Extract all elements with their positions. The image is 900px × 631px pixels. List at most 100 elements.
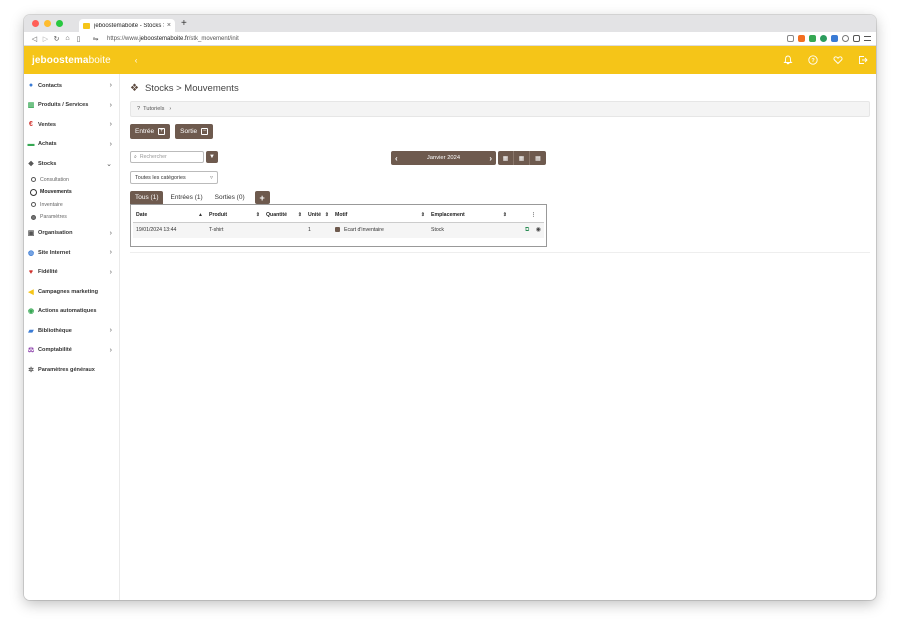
new-tab-button[interactable]: + — [181, 18, 187, 29]
sidebar-item-label: Contacts — [38, 82, 62, 89]
plus-box-icon: + — [158, 128, 166, 135]
reload-icon[interactable]: ↻ — [51, 35, 62, 43]
sidebar-item-label: Fidélité — [38, 269, 58, 276]
site-settings-icon[interactable]: ⇋ — [90, 35, 101, 43]
forward-icon[interactable]: ▷ — [40, 35, 51, 43]
sidebar-subitem-mouvements[interactable]: Mouvements — [24, 186, 119, 199]
column-header-date[interactable]: Date ▲ — [133, 208, 206, 223]
sidebar-item-bibliotheque[interactable]: ▰ Bibliothèque › — [24, 321, 119, 341]
month-label[interactable]: Janvier 2024 — [427, 155, 460, 161]
category-select[interactable]: Toutes les catégories ▿ — [130, 171, 218, 184]
home-icon[interactable]: ⌂ — [62, 35, 73, 42]
movement-tabs: Tous (1) Entrées (1) Sorties (0) + — [130, 191, 870, 204]
minus-box-icon: − — [201, 128, 209, 135]
add-tab-button[interactable]: + — [254, 191, 270, 204]
sidebar-item-produits[interactable]: ▥ Produits / Services › — [24, 96, 119, 116]
sidebar-item-organisation[interactable]: ▣ Organisation › — [24, 224, 119, 244]
url-field[interactable]: https://www.jeboostemaboite.fr/stk_movem… — [107, 36, 787, 42]
cell-unite: 1 — [305, 222, 332, 238]
table-row[interactable]: 19/01/2024 13:44 T-shirt 1 Ecart d'inven… — [133, 222, 544, 238]
sidebar-item-label: Site Internet — [38, 249, 71, 256]
calendar-range-icon[interactable]: ▦ — [530, 151, 546, 165]
cart-icon: ▬ — [27, 140, 35, 148]
more-vertical-icon[interactable]: ⋮ — [531, 212, 536, 218]
eye-icon[interactable]: ◉ — [536, 226, 541, 233]
sidebar-item-stocks[interactable]: ❖ Stocks ⌄ — [24, 154, 119, 174]
extension-green-icon[interactable] — [809, 35, 816, 42]
sidebar-item-campagnes[interactable]: ◀ Campagnes marketing — [24, 282, 119, 302]
sidebar-subitem-consultation[interactable]: Consultation — [24, 174, 119, 187]
collapse-sidebar-icon[interactable]: ‹ — [135, 56, 138, 65]
help-icon[interactable]: ? — [807, 54, 818, 65]
sidebar-item-label: Comptabilité — [38, 347, 72, 354]
tutorials-bar[interactable]: ? Tutoriels › — [130, 101, 870, 117]
cell-quantite — [263, 222, 305, 238]
content-divider — [130, 252, 870, 253]
euro-icon: € — [29, 121, 33, 129]
sidebar-subitem-inventaire[interactable]: Inventaire — [24, 199, 119, 212]
entree-button[interactable]: Entrée + — [130, 124, 171, 139]
sidebar-subitem-parametres[interactable]: Paramètres — [24, 211, 119, 224]
sidebar-item-fidelite[interactable]: ♥ Fidélité › — [24, 263, 119, 283]
sort-asc-icon[interactable]: ▲ — [198, 212, 203, 218]
sidebar-item-comptabilite[interactable]: ⚖ Comptabilité › — [24, 341, 119, 361]
scale-icon: ⚖ — [27, 347, 35, 355]
sidebar-item-contacts[interactable]: ● Contacts › — [24, 76, 119, 96]
share-icon[interactable] — [787, 35, 794, 42]
sort-icon[interactable]: ⇕ — [256, 212, 260, 218]
app-logo[interactable]: jeboostemaboite — [32, 55, 111, 66]
close-window-button[interactable] — [32, 20, 39, 27]
sidebar-item-parametres-generaux[interactable]: ✲ Paramètres généraux — [24, 360, 119, 380]
heart-icon: ♥ — [28, 268, 34, 276]
tab-sorties[interactable]: Sorties (0) — [210, 191, 250, 204]
extension-blue-icon[interactable] — [831, 35, 838, 42]
column-header-quantite[interactable]: Quantité ⇕ — [263, 208, 305, 223]
sort-icon[interactable]: ⇕ — [298, 212, 302, 218]
sort-icon[interactable]: ⇕ — [325, 212, 329, 218]
extensions-bar — [787, 35, 871, 42]
sidebar-item-actions[interactable]: ◉ Actions automatiques — [24, 302, 119, 322]
sortie-button[interactable]: Sortie − — [175, 124, 214, 139]
column-options-header[interactable]: ⋮ — [510, 208, 544, 223]
tab-tous[interactable]: Tous (1) — [130, 191, 164, 204]
brave-shield-icon[interactable] — [798, 35, 805, 42]
column-header-unite[interactable]: Unité ⇕ — [305, 208, 332, 223]
sidebar-toggle-icon[interactable] — [853, 35, 860, 42]
browser-tab[interactable]: jeboostemaboite - Stocks > Mo × — [79, 19, 175, 32]
sidebar-item-achats[interactable]: ▬ Achats › — [24, 135, 119, 155]
app-body: ● Contacts › ▥ Produits / Services › € V… — [24, 74, 876, 600]
tab-entrees[interactable]: Entrées (1) — [165, 191, 207, 204]
search-input[interactable]: ⌕ Rechercher — [130, 151, 204, 163]
calendar-day-icon[interactable]: ▦ — [498, 151, 514, 165]
sidebar-item-ventes[interactable]: € Ventes › — [24, 115, 119, 135]
sidebar-item-label: Bibliothèque — [38, 327, 72, 334]
sidebar-item-label: Ventes — [38, 121, 57, 128]
back-icon[interactable]: ◁ — [29, 35, 40, 43]
movements-table: Date ▲ Produit ⇕ Quantité ⇕ Unité ⇕ Motif ⇕ E… — [130, 204, 547, 247]
open-external-icon[interactable]: ⧉ — [525, 227, 529, 234]
maximize-window-button[interactable] — [56, 20, 63, 27]
puzzle-icon[interactable] — [842, 35, 849, 42]
extension-circle-icon[interactable] — [820, 35, 827, 42]
menu-icon[interactable] — [864, 36, 871, 41]
radio-dot-icon — [31, 202, 36, 208]
column-header-motif[interactable]: Motif ⇕ — [332, 208, 428, 223]
folder-icon: ▰ — [28, 327, 34, 335]
minimize-window-button[interactable] — [44, 20, 51, 27]
sort-icon[interactable]: ⇕ — [421, 212, 425, 218]
column-header-produit[interactable]: Produit ⇕ — [206, 208, 263, 223]
next-month-icon[interactable]: › — [489, 154, 492, 163]
column-header-emplacement[interactable]: Emplacement ⇕ — [428, 208, 510, 223]
sidebar-item-site-internet[interactable]: ◍ Site Internet › — [24, 243, 119, 263]
sort-icon[interactable]: ⇕ — [503, 212, 507, 218]
bell-icon[interactable] — [782, 54, 793, 65]
calendar-month-icon[interactable]: ▦ — [514, 151, 530, 165]
filter-icon[interactable]: ▼ — [206, 151, 218, 163]
sidebar-subitem-label: Inventaire — [40, 201, 63, 208]
radio-dot-icon — [30, 188, 37, 196]
prev-month-icon[interactable]: ‹ — [395, 154, 398, 163]
tab-close-button[interactable]: × — [167, 22, 171, 29]
heart-icon[interactable] — [832, 54, 843, 65]
bookmark-icon[interactable]: ▯ — [73, 35, 84, 43]
logout-icon[interactable] — [857, 54, 868, 65]
